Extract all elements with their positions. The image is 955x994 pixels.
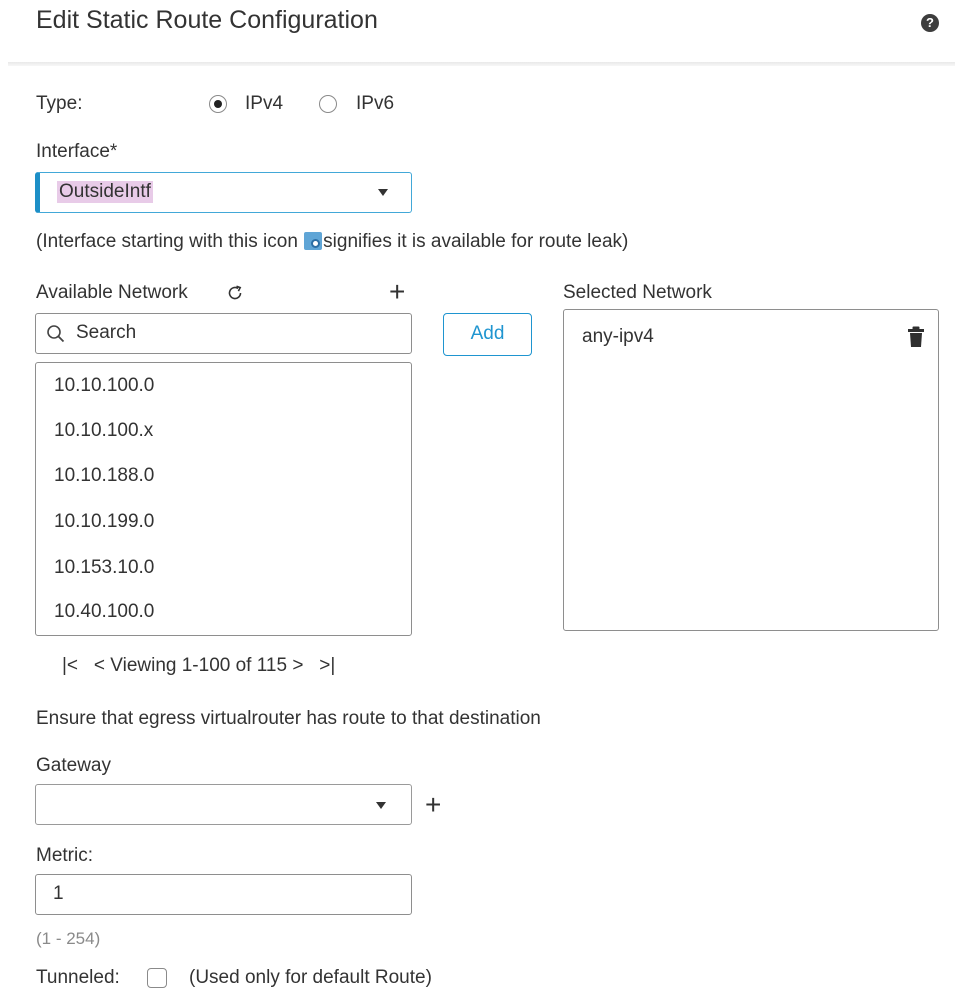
radio-ipv4[interactable] [209, 95, 227, 113]
route-leak-note-end: signifies it is available for route leak… [323, 231, 629, 252]
selected-list-item: any-ipv4 [582, 326, 654, 347]
radio-ipv4-label: IPv4 [245, 93, 284, 114]
egress-note: Ensure that egress virtualrouter has rou… [36, 708, 541, 729]
refresh-icon[interactable] [225, 283, 245, 308]
metric-value: 1 [53, 883, 64, 904]
tunneled-label: Tunneled: [36, 967, 120, 988]
list-item[interactable]: 10.10.100.x [54, 420, 153, 442]
trash-icon[interactable] [907, 326, 925, 348]
interface-select[interactable]: OutsideIntf [35, 172, 412, 213]
pager: |< < Viewing 1-100 of 115 > >| [62, 655, 335, 677]
route-leak-note-start: (Interface starting with this icon [36, 231, 304, 252]
search-input[interactable]: Search [35, 313, 412, 354]
list-item[interactable]: 10.10.100.0 [54, 375, 154, 397]
first-page-button[interactable]: |< [62, 655, 78, 676]
metric-range-hint: (1 - 254) [36, 929, 101, 948]
add-network-icon[interactable]: + [389, 278, 405, 306]
interface-value: OutsideIntf [57, 181, 153, 203]
list-item[interactable]: 10.153.10.0 [54, 557, 154, 579]
radio-ipv6[interactable] [319, 95, 337, 113]
route-leak-note: (Interface starting with this icon signi… [36, 231, 628, 253]
route-leak-icon [304, 232, 323, 250]
selected-network-label: Selected Network [563, 282, 712, 303]
chevron-down-icon [378, 189, 388, 196]
last-page-button[interactable]: >| [319, 655, 335, 676]
radio-ipv6-label: IPv6 [356, 93, 395, 114]
add-button[interactable]: Add [443, 313, 532, 356]
dialog-title: Edit Static Route Configuration [36, 6, 378, 34]
metric-label: Metric: [36, 845, 93, 866]
list-item[interactable]: 10.10.199.0 [54, 511, 154, 533]
gateway-select[interactable] [35, 784, 412, 825]
metric-input[interactable]: 1 [35, 874, 412, 915]
search-placeholder: Search [76, 322, 137, 343]
help-icon[interactable]: ? [921, 14, 939, 32]
selected-network-list[interactable]: any-ipv4 [563, 309, 939, 631]
prev-page-button[interactable]: < [94, 655, 105, 676]
list-item[interactable]: 10.10.188.0 [54, 465, 154, 487]
tunneled-checkbox[interactable] [147, 968, 167, 988]
list-item[interactable]: 10.40.100.0 [54, 601, 154, 623]
gateway-label: Gateway [36, 755, 111, 776]
header-divider [8, 62, 955, 66]
chevron-down-icon [376, 802, 386, 809]
available-network-list[interactable]: 10.10.100.0 10.10.100.x 10.10.188.0 10.1… [35, 362, 412, 636]
next-page-button[interactable]: > [292, 655, 303, 676]
available-network-label: Available Network [36, 282, 188, 303]
pager-status: Viewing 1-100 of 115 [110, 655, 288, 676]
tunneled-note: (Used only for default Route) [189, 967, 432, 988]
interface-label: Interface* [36, 141, 118, 162]
type-label: Type: [36, 93, 83, 114]
add-gateway-icon[interactable]: + [425, 791, 441, 819]
search-icon [47, 325, 65, 343]
